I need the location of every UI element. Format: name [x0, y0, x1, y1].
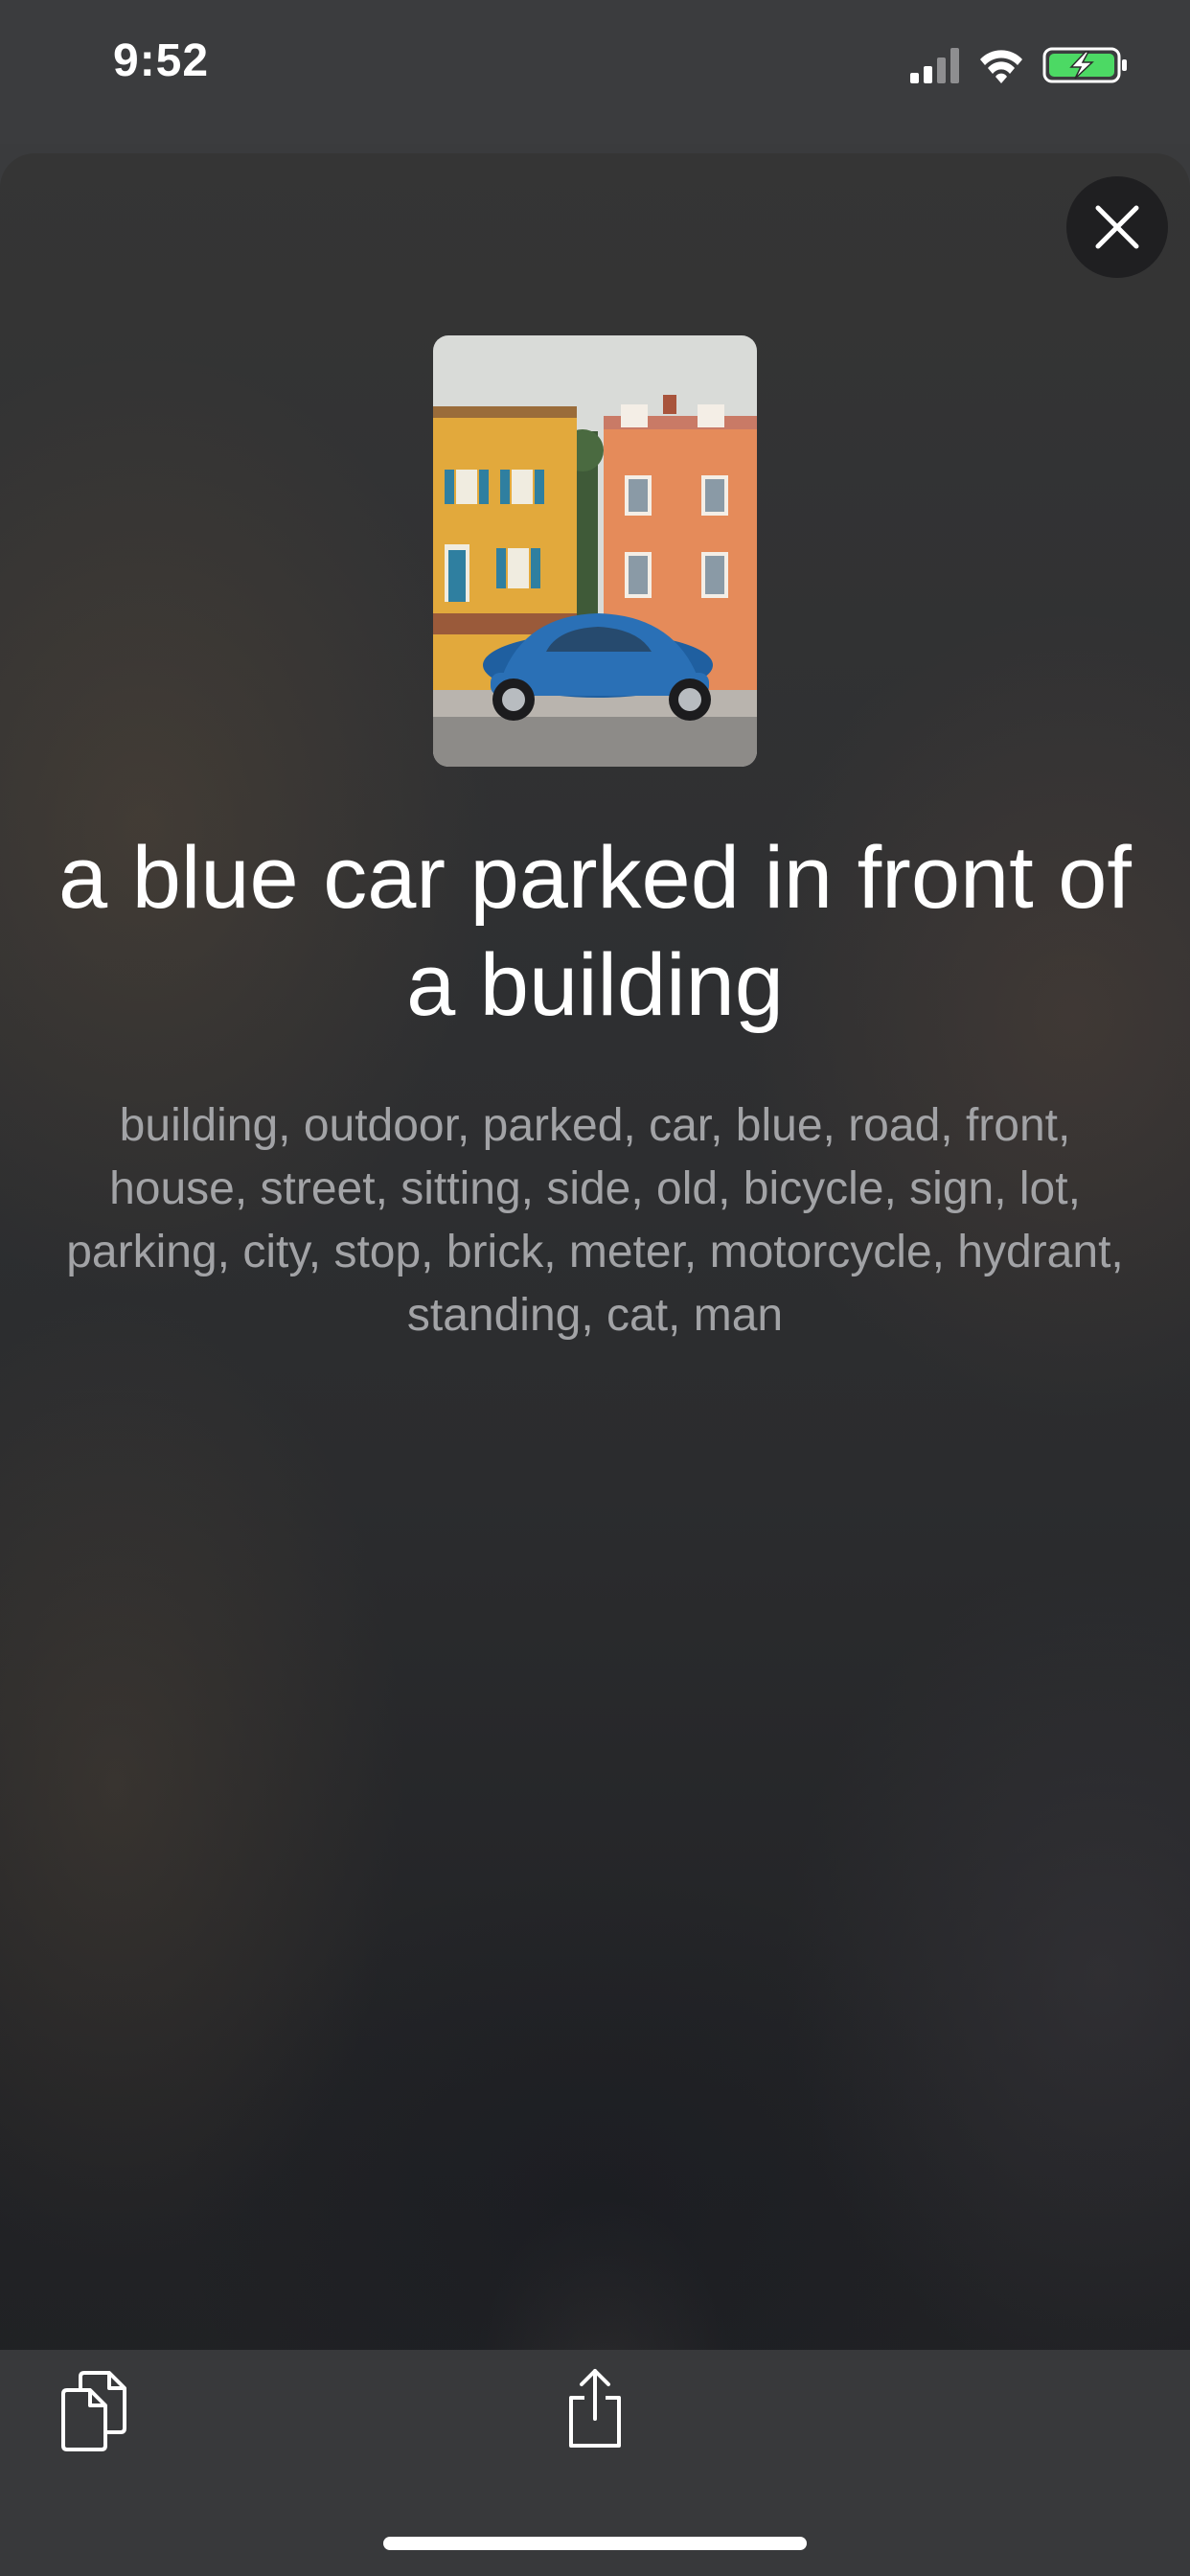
wifi-icon [980, 50, 1022, 83]
home-indicator [383, 2537, 807, 2550]
copy-icon [61, 2371, 126, 2451]
battery-charging-icon [1042, 47, 1127, 83]
close-icon [1095, 205, 1139, 249]
share-button[interactable] [561, 2365, 629, 2451]
status-bar: 9:52 [0, 0, 1190, 144]
status-time: 9:52 [113, 35, 210, 86]
analyzed-photo-thumbnail [433, 335, 757, 767]
share-icon [569, 2369, 621, 2448]
close-button[interactable] [1066, 176, 1168, 278]
image-caption: a blue car parked in front of a building [58, 829, 1132, 1034]
status-icons [910, 44, 1131, 86]
copy-button[interactable] [59, 2369, 136, 2455]
cellular-signal-icon [910, 48, 959, 83]
image-tags: building, outdoor, parked, car, blue, ro… [66, 1100, 1124, 1341]
